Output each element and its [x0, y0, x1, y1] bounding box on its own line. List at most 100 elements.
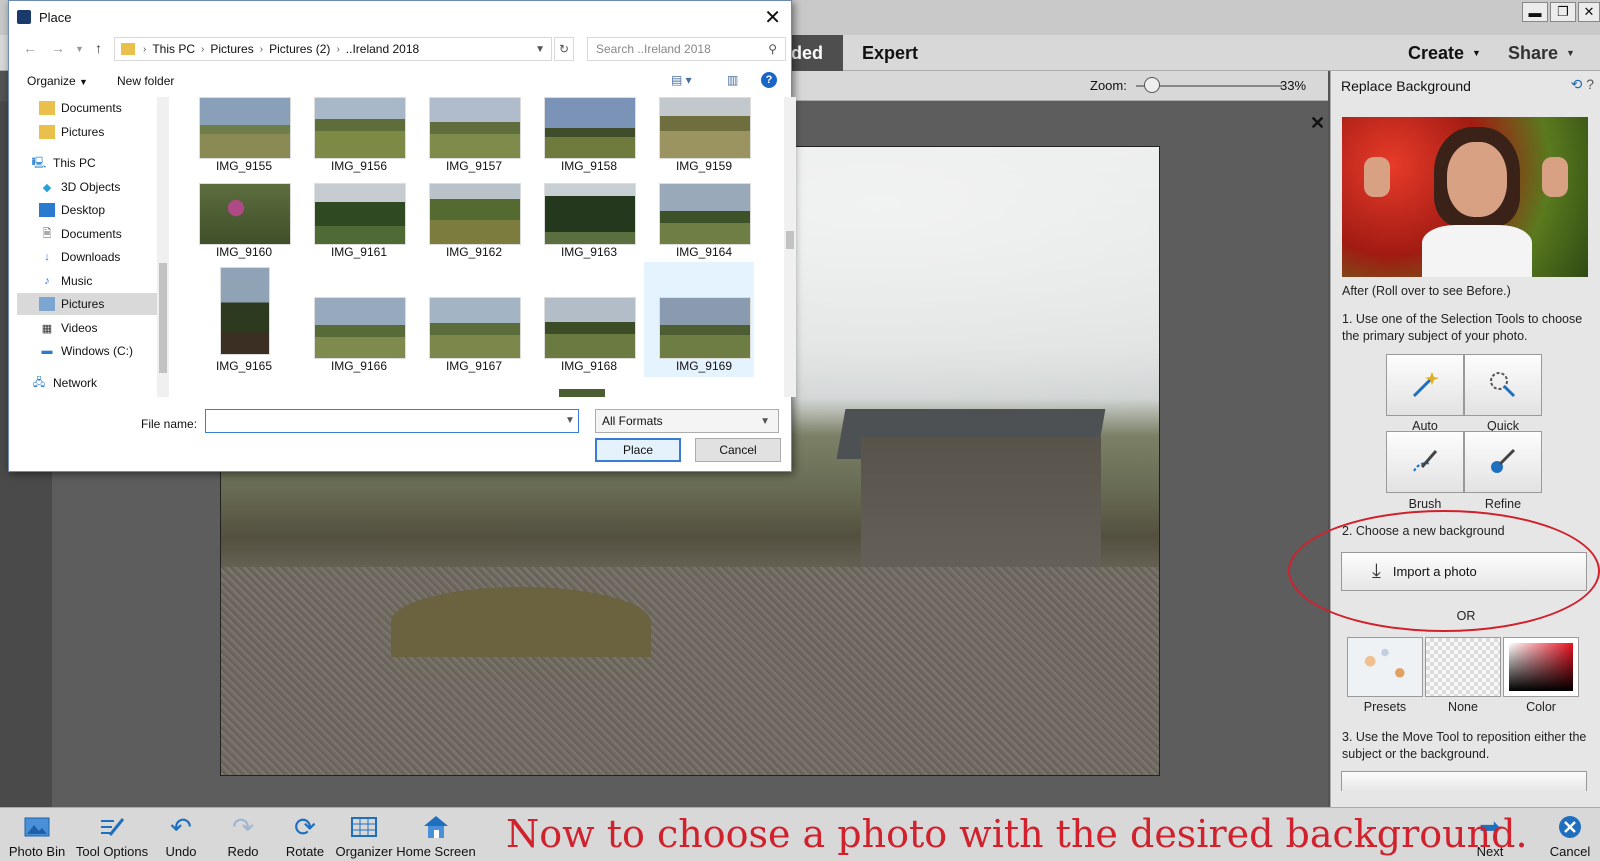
step3-text: 3. Use the Move Tool to reposition eithe… — [1342, 730, 1587, 761]
panel-header-icons: ⟲ ? — [1571, 76, 1594, 93]
auto-selection-button[interactable] — [1386, 354, 1464, 416]
tab-expert[interactable]: Expert — [862, 35, 932, 71]
tool-options-label: Tool Options — [75, 844, 149, 859]
file-thumbnail-partial[interactable] — [559, 389, 605, 397]
file-name-field[interactable] — [205, 409, 579, 433]
nav-item-label: Documents — [61, 101, 122, 115]
nav-item-downloads[interactable]: ↓ Downloads — [39, 246, 120, 268]
step1-text: 1. Use one of the Selection Tools to cho… — [1342, 312, 1583, 343]
chevron-down-icon: ▼ — [1472, 48, 1481, 58]
photo-gravel — [221, 567, 1159, 775]
undo-button[interactable]: ↶ Undo — [160, 808, 202, 861]
file-name-dropdown-icon[interactable]: ▼ — [565, 415, 575, 426]
tool-options-button[interactable]: Tool Options — [74, 808, 150, 861]
help-icon[interactable]: ? — [761, 72, 777, 88]
format-value: All Formats — [602, 414, 663, 428]
search-icon: ⚲ — [768, 42, 777, 56]
up-arrow-icon[interactable]: ↑ — [95, 40, 102, 56]
file-tile[interactable]: IMG_9166 — [299, 97, 409, 397]
restore-icon[interactable]: ❐ — [1550, 2, 1576, 22]
nav-item-label: This PC — [53, 156, 96, 170]
folder-icon — [39, 101, 55, 115]
home-screen-button[interactable]: Home Screen — [396, 808, 476, 861]
cancel-button[interactable]: Cancel — [695, 438, 781, 462]
dialog-close-icon[interactable]: ✕ — [764, 5, 781, 30]
zoom-value[interactable]: 33% — [1280, 78, 1306, 93]
brush-label: Brush — [1408, 497, 1442, 511]
dialog-title-bar: Place — [9, 1, 791, 33]
address-dropdown-icon[interactable]: ▼ — [535, 44, 545, 55]
rotate-button[interactable]: ⟳ Rotate — [280, 808, 330, 861]
thumbs-up-right — [1542, 157, 1568, 197]
back-arrow-icon[interactable]: ← — [23, 40, 37, 56]
nav-item-3d-objects[interactable]: ◆ 3D Objects — [39, 176, 121, 198]
brush-selection-button[interactable] — [1386, 431, 1464, 493]
address-bar[interactable]: › This PC › Pictures › Pictures (2) › ..… — [114, 37, 552, 61]
after-caption: After (Roll over to see Before.) — [1342, 284, 1511, 298]
organize-menu[interactable]: Organize ▼ — [27, 74, 88, 88]
quick-selection-button[interactable] — [1464, 354, 1542, 416]
recent-chevron-icon[interactable]: ▼ — [75, 44, 84, 54]
nav-item-pictures[interactable]: Pictures — [39, 121, 104, 143]
breadcrumb-this-pc[interactable]: This PC — [152, 42, 195, 56]
file-name: IMG_9166 — [330, 359, 388, 373]
nav-item-desktop[interactable]: Desktop — [39, 199, 105, 221]
home-icon — [421, 813, 451, 841]
breadcrumb-separator: › — [201, 43, 205, 55]
redo-label: Redo — [227, 844, 259, 859]
help-icon[interactable]: ? — [1586, 76, 1594, 92]
chevron-down-icon: ▼ — [1566, 48, 1575, 58]
close-document-icon[interactable]: ✕ — [1310, 113, 1325, 134]
share-button[interactable]: Share ▼ — [1508, 35, 1575, 71]
nav-item-label: Pictures — [61, 125, 105, 139]
photo-bin-label: Photo Bin — [8, 844, 66, 859]
color-background-button[interactable] — [1503, 637, 1579, 697]
folder-icon — [121, 43, 135, 55]
minimize-icon[interactable]: ▬ — [1522, 2, 1548, 22]
refine-selection-button[interactable] — [1464, 431, 1542, 493]
nav-item-videos[interactable]: ▦ Videos — [39, 317, 98, 339]
file-tile[interactable]: IMG_9167 — [414, 97, 524, 397]
breadcrumb-separator: › — [143, 43, 147, 55]
breadcrumb-pictures[interactable]: Pictures — [210, 42, 253, 56]
change-view-icon[interactable]: ▤ ▾ — [671, 73, 692, 87]
cube-icon: ◆ — [42, 181, 52, 194]
breadcrumb-ireland[interactable]: ..Ireland 2018 — [346, 42, 419, 56]
nav-item-this-pc[interactable]: 🖳 This PC — [31, 152, 96, 174]
window-close-icon[interactable]: ✕ — [1578, 2, 1600, 22]
search-input[interactable]: Search ..Ireland 2018 ⚲ — [587, 37, 786, 61]
download-icon: ↓ — [44, 251, 50, 263]
nav-item-music[interactable]: ♪ Music — [39, 270, 92, 292]
zoom-slider-thumb[interactable] — [1144, 77, 1160, 93]
cancel-guided-button[interactable]: Cancel — [1546, 808, 1594, 861]
file-tile[interactable]: IMG_9169 — [644, 262, 754, 377]
preview-pane-icon[interactable]: ▥ — [727, 73, 738, 87]
after-preview-image[interactable] — [1342, 117, 1588, 277]
none-background-button[interactable] — [1425, 637, 1501, 697]
nav-item-pictures-pc[interactable]: Pictures — [17, 293, 157, 315]
nav-item-documents[interactable]: Documents — [39, 97, 122, 119]
grid-scrollbar-thumb[interactable] — [786, 231, 794, 249]
breadcrumb-separator: › — [336, 43, 340, 55]
file-tile[interactable]: IMG_9168 — [529, 97, 639, 397]
chevron-down-icon: ▼ — [760, 415, 770, 427]
nav-item-network[interactable]: 🖧 Network — [31, 372, 97, 394]
nav-item-documents-pc[interactable]: 🗎 Documents — [39, 223, 122, 245]
format-select[interactable]: All Formats ▼ — [595, 409, 779, 433]
search-placeholder: Search ..Ireland 2018 — [596, 42, 711, 56]
presets-background-button[interactable] — [1347, 637, 1423, 697]
redo-button[interactable]: ↷ Redo — [222, 808, 264, 861]
refresh-icon[interactable]: ↻ — [554, 37, 574, 61]
nav-item-windows-c[interactable]: ▬ Windows (C:) — [39, 340, 134, 362]
create-button[interactable]: Create ▼ — [1408, 35, 1481, 71]
reset-icon[interactable]: ⟲ — [1571, 76, 1583, 92]
place-button[interactable]: Place — [595, 438, 681, 462]
breadcrumb-pictures-2[interactable]: Pictures (2) — [269, 42, 330, 56]
nav-scrollbar-thumb[interactable] — [159, 263, 167, 373]
photo-bin-button[interactable]: Photo Bin — [4, 808, 70, 861]
forward-arrow-icon[interactable]: → — [51, 40, 65, 56]
new-folder-button[interactable]: New folder — [117, 74, 174, 88]
file-tile[interactable]: IMG_9165 — [184, 97, 294, 397]
organizer-button[interactable]: Organizer — [334, 808, 394, 861]
move-tool-button[interactable] — [1341, 771, 1587, 791]
